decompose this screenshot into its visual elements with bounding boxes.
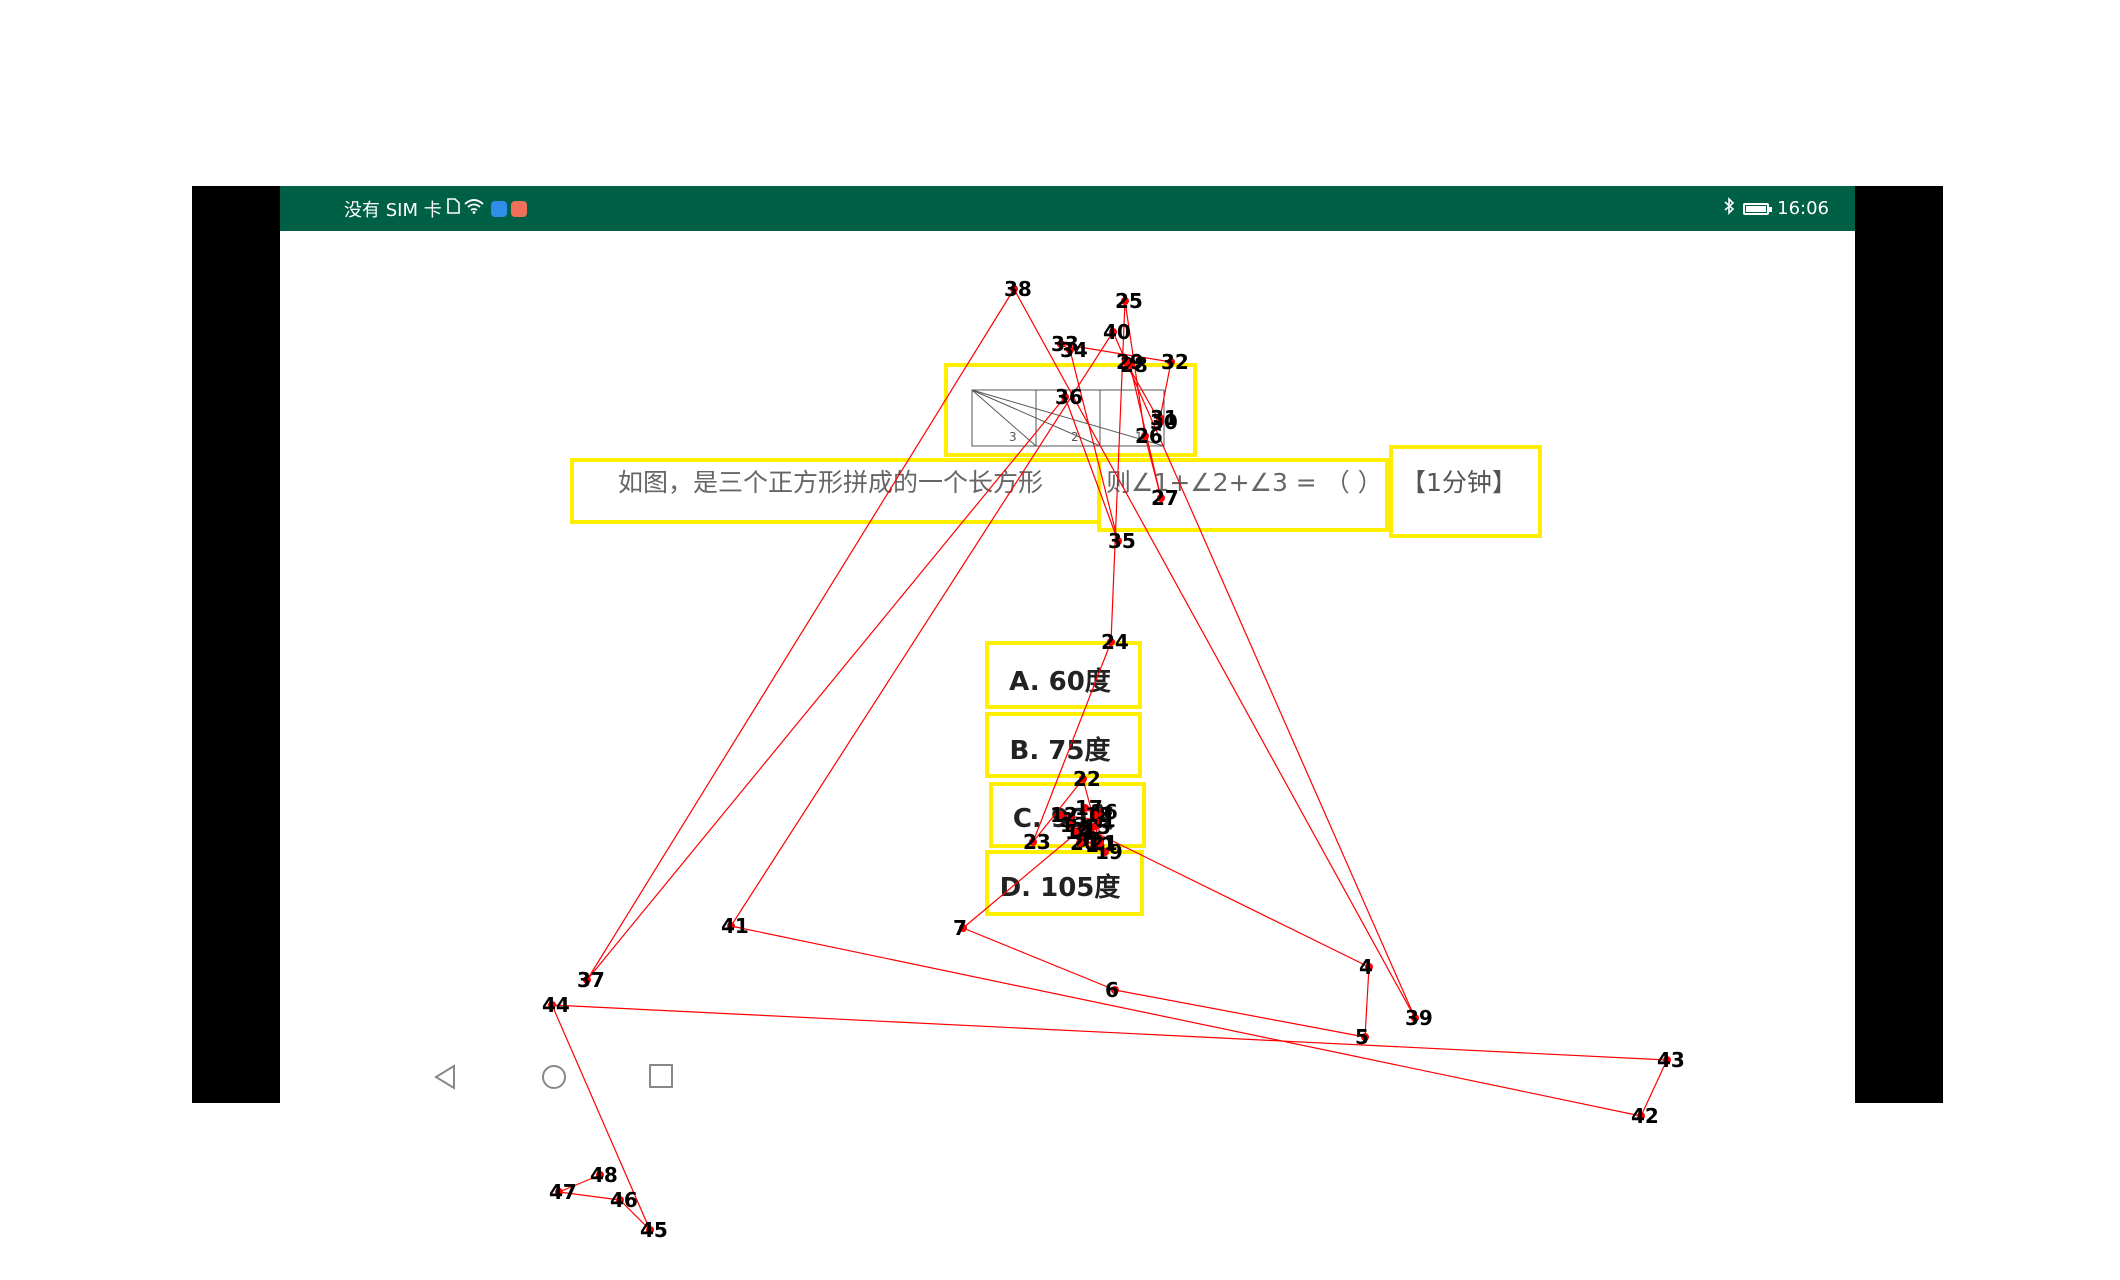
back-icon[interactable] [432,1063,458,1095]
fixation-label: 47 [549,1180,577,1204]
option-d-button[interactable]: D. 105度 [985,852,1135,918]
option-a-button[interactable]: A. 60度 [985,646,1135,712]
fixation-label: 42 [1631,1104,1659,1128]
tablet-screen: 没有 SIM 卡 16:06 3 2 1 如图，是三个正方形拼成的一个长方形 则… [280,186,1855,1103]
gaze-segment [558,1191,621,1201]
fixation-point [616,1196,624,1204]
figure-label-1: 1 [1135,430,1143,444]
fixation-point [555,1188,563,1196]
app-icon-blue [490,200,507,217]
battery-icon [1743,202,1773,215]
figure-label-3: 3 [1009,430,1017,444]
question-text-part2: 则∠1+∠2+∠3 = （ ） [1106,468,1383,497]
figure-label-2: 2 [1071,430,1079,444]
bluetooth-icon [1723,197,1735,220]
app-icon-photo [510,200,527,217]
sim-icon [446,198,460,219]
fixation-label: 48 [590,1163,618,1187]
clock: 16:06 [1777,198,1829,219]
recents-icon[interactable] [648,1063,674,1093]
option-b-button[interactable]: B. 75度 [985,715,1135,781]
status-right: 16:06 [1723,186,1829,231]
status-left: 没有 SIM 卡 [344,186,527,231]
fixation-label: 46 [610,1188,638,1212]
carrier-text: 没有 SIM 卡 [344,199,442,221]
fixation-point [1637,1112,1645,1120]
home-icon[interactable] [540,1063,568,1095]
status-bar: 没有 SIM 卡 16:06 [280,186,1855,231]
fixation-point [596,1171,604,1179]
question-figure: 3 2 1 [971,389,1165,447]
gaze-segment [619,1199,651,1231]
fixation-point [646,1226,654,1234]
gaze-segment [558,1174,601,1193]
option-c-button[interactable]: C. 90度 [988,783,1138,849]
fixation-label: 45 [640,1218,668,1242]
question-time-tag: 【1分钟】 [1401,468,1517,497]
question-text-part1: 如图，是三个正方形拼成的一个长方形 [618,468,1044,497]
wifi-icon [464,198,484,219]
